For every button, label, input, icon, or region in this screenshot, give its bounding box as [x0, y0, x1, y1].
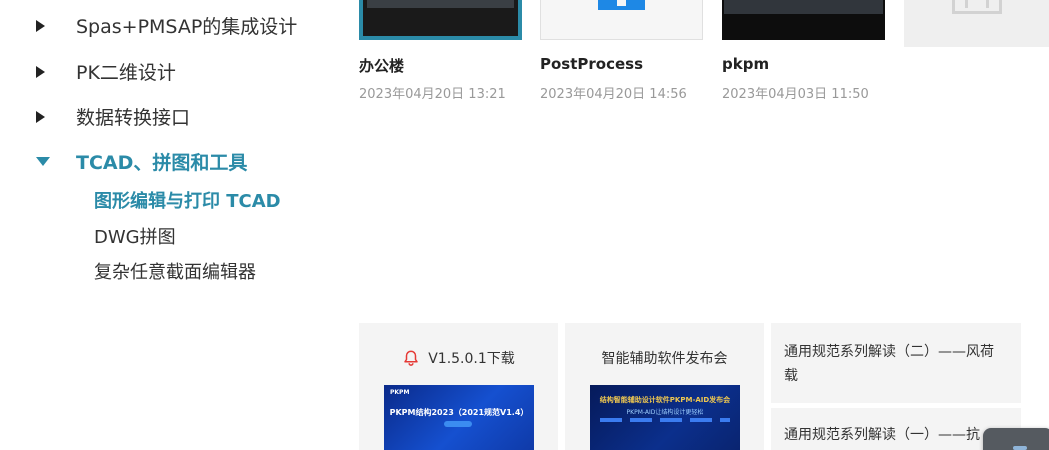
tree-item-data-convert[interactable]: 数据转换接口 [36, 103, 190, 130]
launch-label: 智能辅助软件发布会 [601, 351, 728, 367]
launch-banner[interactable]: 结构智能辅助设计软件PKPM-AID发布会 PKPM-AID让结构设计更轻松 [590, 385, 740, 450]
tree-item-label: Spas+PMSAP的集成设计 [76, 16, 298, 38]
launch-panel[interactable]: 智能辅助软件发布会 结构智能辅助设计软件PKPM-AID发布会 PKPM-AID… [565, 323, 764, 450]
tree-item-spas-pmsap[interactable]: Spas+PMSAP的集成设计 [36, 12, 297, 39]
caret-right-icon [36, 65, 76, 78]
tree-item-label: 数据转换接口 [76, 107, 191, 129]
project-title[interactable]: pkpm [722, 55, 769, 73]
sub-item-dwg-puzzle[interactable]: DWG拼图 [94, 223, 176, 249]
banner-logo: PKPM [390, 389, 410, 396]
tree-item-tcad-tools[interactable]: TCAD、拼图和工具 [36, 148, 247, 175]
project-title[interactable]: 办公楼 [359, 55, 404, 76]
tree-item-label: TCAD、拼图和工具 [76, 152, 248, 174]
banner-text: PKPM结构2023（2021规范V1.4） [389, 408, 529, 417]
project-date: 2023年04月20日 14:56 [540, 87, 687, 102]
project-date: 2023年04月03日 11:50 [722, 87, 869, 102]
project-thumbnail-placeholder[interactable] [904, 0, 1049, 47]
download-panel[interactable]: V1.5.0.1下载 PKPM PKPM结构2023（2021规范V1.4） [359, 323, 558, 450]
bell-icon [404, 350, 418, 366]
sub-item-section-editor[interactable]: 复杂任意截面编辑器 [94, 258, 256, 284]
banner-text: 结构智能辅助设计软件PKPM-AID发布会 [599, 396, 731, 404]
download-label: V1.5.0.1下载 [428, 351, 515, 367]
caret-right-icon [36, 110, 76, 123]
project-thumbnail[interactable] [359, 0, 522, 40]
sub-item-tcad-edit-print[interactable]: 图形编辑与打印 TCAD [94, 187, 281, 213]
tree-item-pk-2d[interactable]: PK二维设计 [36, 58, 176, 85]
project-thumbnail[interactable] [722, 0, 885, 40]
tree-item-label: PK二维设计 [76, 62, 176, 84]
floating-help-button[interactable] [983, 428, 1049, 450]
banner-subtext: PKPM-AID让结构设计更轻松 [626, 409, 704, 416]
article-card[interactable]: 通用规范系列解读（二）——风荷载 [771, 323, 1021, 403]
article-title[interactable]: 通用规范系列解读（二）——风荷载 [784, 340, 999, 388]
project-thumbnail[interactable] [540, 0, 703, 40]
project-title[interactable]: PostProcess [540, 55, 643, 73]
project-date: 2023年04月20日 13:21 [359, 87, 506, 102]
caret-right-icon [36, 19, 76, 32]
caret-down-icon [36, 157, 76, 166]
article-title[interactable]: 通用规范系列解读（一）——抗 [784, 423, 999, 447]
download-banner[interactable]: PKPM PKPM结构2023（2021规范V1.4） [384, 385, 534, 450]
